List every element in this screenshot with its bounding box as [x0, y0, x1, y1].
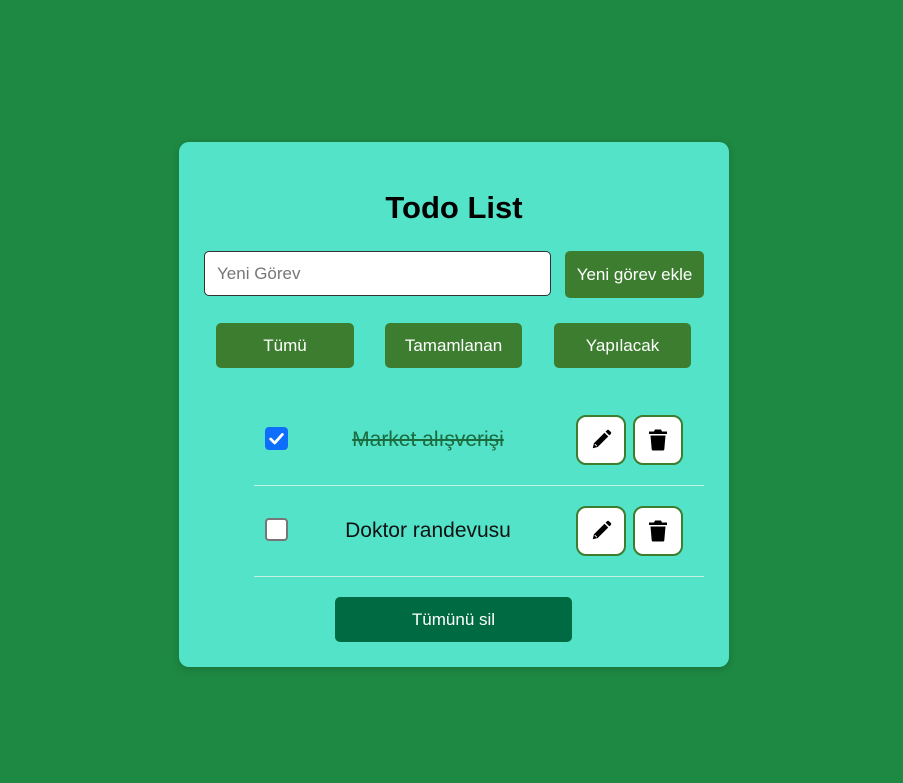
- trash-icon: [649, 429, 667, 451]
- todo-item: Doktor randevusu: [254, 486, 704, 577]
- add-task-button[interactable]: Yeni görev ekle: [565, 251, 704, 298]
- todo-text: Doktor randevusu: [345, 519, 511, 542]
- filter-completed-button[interactable]: Tamamlanan: [385, 323, 522, 368]
- filter-all-button[interactable]: Tümü: [216, 323, 354, 368]
- edit-button[interactable]: [576, 506, 626, 556]
- delete-button[interactable]: [633, 506, 683, 556]
- checkmark-icon: [269, 433, 284, 445]
- edit-button[interactable]: [576, 415, 626, 465]
- page-title: Todo List: [385, 190, 523, 225]
- trash-icon: [649, 520, 667, 542]
- filter-todo-button[interactable]: Yapılacak: [554, 323, 691, 368]
- delete-button[interactable]: [633, 415, 683, 465]
- clear-all-button[interactable]: Tümünü sil: [335, 597, 572, 642]
- new-task-input[interactable]: [204, 251, 551, 296]
- todo-checkbox[interactable]: [265, 518, 288, 541]
- todo-card: Todo List Yeni görev ekle Tümü Tamamlana…: [179, 142, 729, 667]
- pencil-icon: [592, 520, 612, 540]
- todo-item: Market alışverişi: [254, 395, 704, 486]
- todo-checkbox[interactable]: [265, 427, 288, 450]
- pencil-icon: [592, 429, 612, 449]
- todo-text: Market alışverişi: [352, 428, 504, 451]
